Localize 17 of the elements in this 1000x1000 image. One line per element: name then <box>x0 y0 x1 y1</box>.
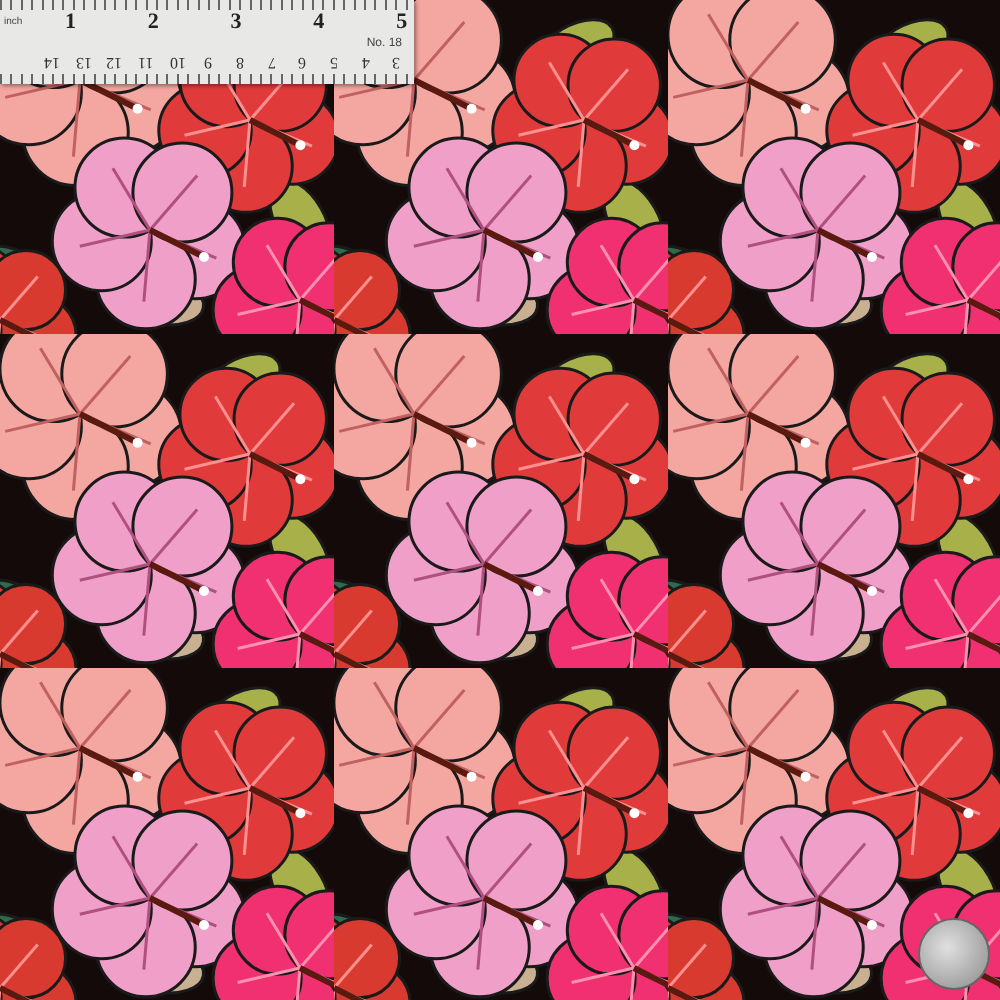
cm-number: 7 <box>267 54 276 72</box>
inch-number: 3 <box>230 10 242 34</box>
cm-number: 3 <box>392 54 401 72</box>
cm-number: 4 <box>361 54 370 72</box>
inch-number: 4 <box>313 10 325 34</box>
inch-number: 5 <box>396 10 408 34</box>
cm-number: 9 <box>204 54 213 72</box>
cm-number: 5 <box>330 54 339 72</box>
cm-number: 6 <box>298 54 307 72</box>
cm-number: 10 <box>169 54 186 72</box>
cm-number: 13 <box>75 54 92 72</box>
inch-number: 2 <box>147 10 159 34</box>
cm-number: 12 <box>106 54 123 72</box>
inch-number: 1 <box>65 10 76 34</box>
cm-number: 11 <box>138 54 154 72</box>
cm-number: 14 <box>43 54 60 72</box>
cm-number: 8 <box>235 54 244 72</box>
